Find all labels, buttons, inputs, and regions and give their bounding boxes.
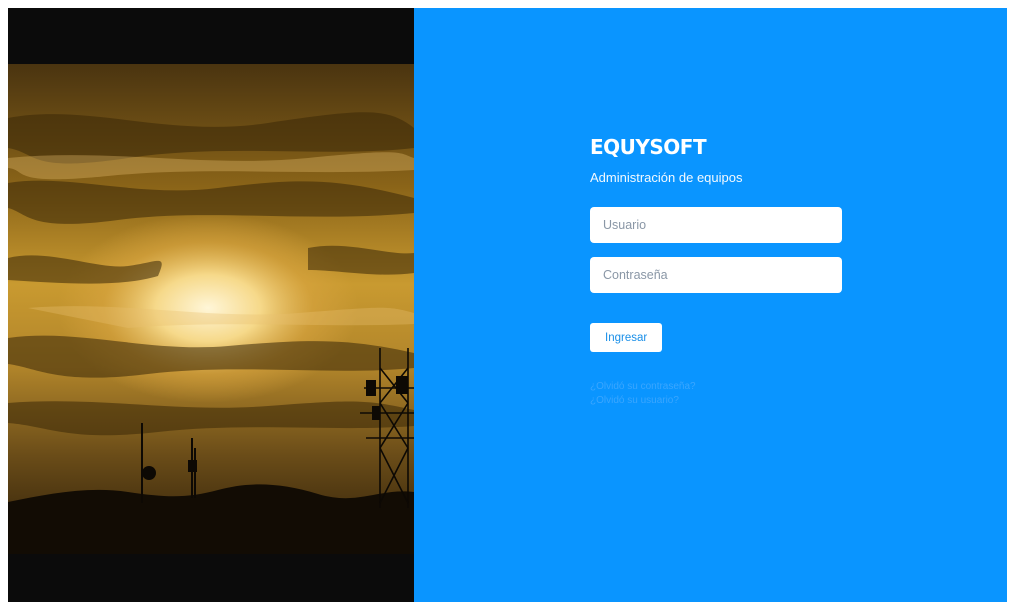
hero-panel — [8, 8, 414, 602]
forgot-username-link[interactable]: ¿Olvidó su usuario? — [590, 394, 850, 408]
username-input[interactable] — [590, 207, 842, 243]
forgot-password-link[interactable]: ¿Olvidó su contraseña? — [590, 380, 850, 394]
login-panel: EQUYSOFT Administración de equipos Ingre… — [414, 8, 1007, 602]
login-button[interactable]: Ingresar — [590, 323, 663, 352]
hero-sunset-image — [8, 8, 414, 602]
login-page: EQUYSOFT Administración de equipos Ingre… — [8, 8, 1007, 602]
app-title: EQUYSOFT — [590, 135, 707, 159]
login-form: EQUYSOFT Administración de equipos Ingre… — [590, 134, 850, 408]
recovery-links: ¿Olvidó su contraseña? ¿Olvidó su usuari… — [590, 380, 850, 408]
password-input[interactable] — [590, 257, 842, 293]
app-subtitle: Administración de equipos — [590, 170, 743, 185]
